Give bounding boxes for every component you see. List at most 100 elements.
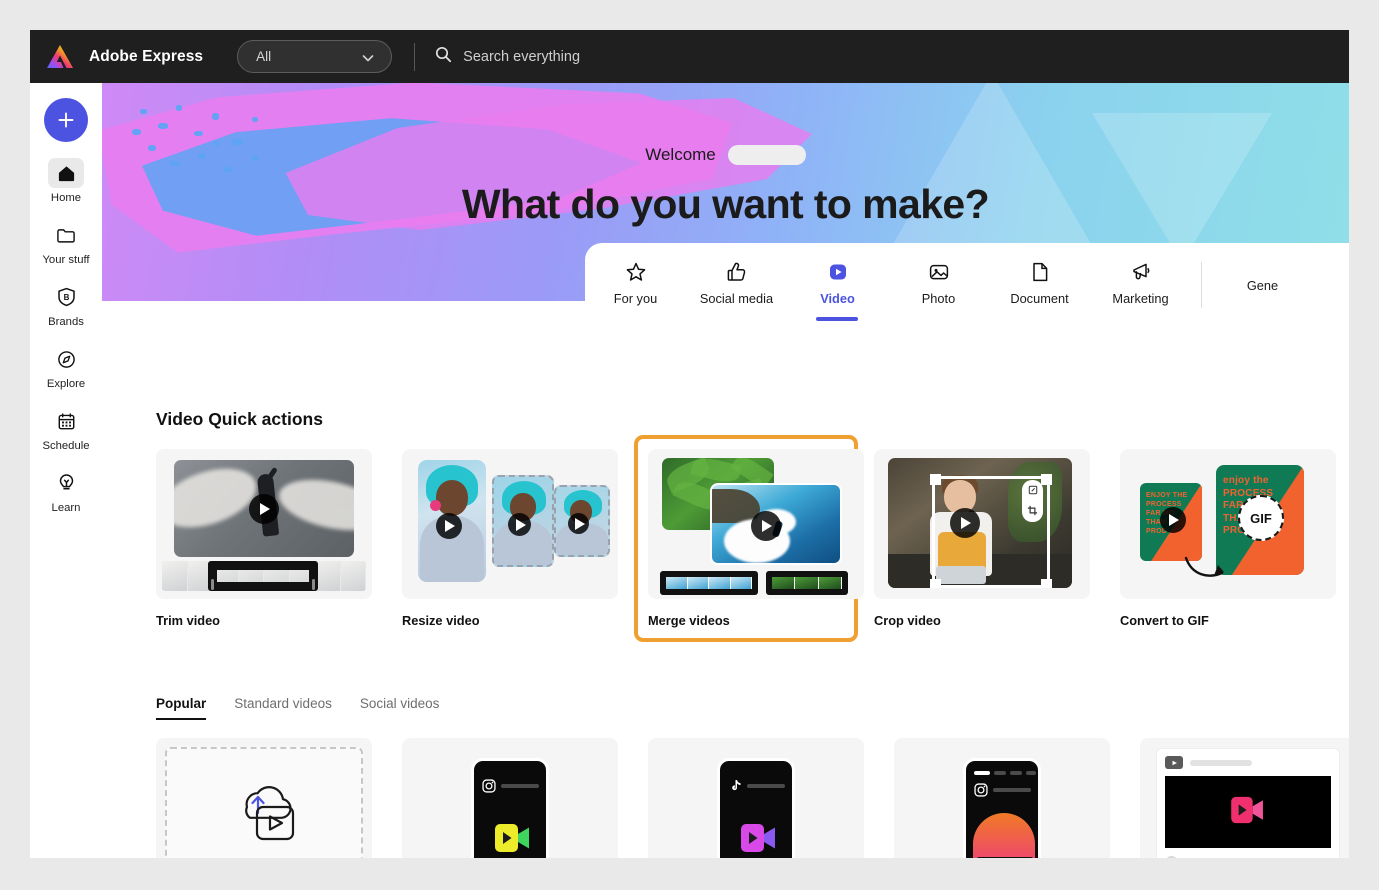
video-camera-icon <box>740 823 778 858</box>
play-icon <box>249 494 279 524</box>
merge-clip-strip-1[interactable] <box>660 571 758 595</box>
document-icon <box>1030 259 1050 285</box>
tab-label: For you <box>613 291 658 306</box>
thumbnail <box>648 449 864 599</box>
tab-document[interactable]: Document <box>989 243 1090 326</box>
sidebar-item-explore[interactable]: Explore <box>34 344 98 390</box>
merge-clip-strip-2[interactable] <box>766 571 848 595</box>
expand-icon[interactable] <box>1028 482 1038 500</box>
quick-action-trim-video[interactable]: Trim video <box>156 449 372 638</box>
tab-label: Document <box>1010 291 1069 306</box>
sidebar-item-brands[interactable]: B Brands <box>34 282 98 328</box>
search-input[interactable]: Search everything <box>435 46 1349 68</box>
play-icon <box>508 513 531 536</box>
youtube-play-icon <box>1165 756 1183 769</box>
template-tab-bar: Popular Standard videos Social videos <box>156 696 439 720</box>
quick-action-resize-video[interactable]: Resize video <box>402 449 618 638</box>
phone-mockup <box>963 758 1041 858</box>
sidebar-item-label: Schedule <box>42 440 90 452</box>
card-label: Crop video <box>874 613 941 628</box>
sidebar-item-your-stuff[interactable]: Your stuff <box>34 220 98 266</box>
instagram-icon <box>974 783 988 802</box>
card-label: Trim video <box>156 613 221 628</box>
tab-divider <box>1201 261 1202 308</box>
tiktok-icon <box>729 779 742 798</box>
tab-marketing[interactable]: Marketing <box>1090 243 1191 326</box>
template-row <box>156 738 1349 858</box>
sidebar-item-learn[interactable]: Learn <box>34 468 98 514</box>
page-title: What do you want to make? <box>461 181 990 227</box>
template-instagram-story-video[interactable] <box>402 738 618 858</box>
sidebar-item-label: Your stuff <box>42 254 90 266</box>
card-label: Merge videos <box>648 613 730 628</box>
tab-label: Gene <box>1246 278 1279 293</box>
card-label: Convert to GIF <box>1120 613 1209 628</box>
svg-text:B: B <box>63 293 69 302</box>
thumbnail: ENJOY THEPROCESSFAR MOTHANPROD enjoy the… <box>1120 449 1336 599</box>
tab-for-you[interactable]: For you <box>585 243 686 326</box>
thumbnail <box>402 449 618 599</box>
tab-social-media[interactable]: Social media <box>686 243 787 326</box>
thumbnail <box>156 449 372 599</box>
sidebar-item-label: Explore <box>46 378 86 390</box>
screenshot-root: Adobe Express All Search everything Home… <box>0 0 1379 890</box>
crop-icon[interactable] <box>1027 503 1038 521</box>
crop-tool-buttons[interactable] <box>1022 480 1043 522</box>
top-bar: Adobe Express All Search everything <box>30 30 1349 83</box>
tab-social-videos[interactable]: Social videos <box>360 696 440 720</box>
create-new-button[interactable] <box>44 98 88 142</box>
video-camera-icon <box>1230 796 1266 829</box>
phone-mockup <box>471 758 549 858</box>
compass-icon <box>48 344 84 374</box>
template-tiktok-video[interactable] <box>648 738 864 858</box>
tab-standard-videos[interactable]: Standard videos <box>234 696 332 720</box>
video-camera-icon <box>494 823 532 858</box>
play-icon <box>1160 507 1186 533</box>
category-tab-bar: For you Social media Video Photo Documen… <box>585 243 1349 326</box>
lightbulb-icon <box>48 468 84 498</box>
play-icon <box>568 513 589 534</box>
sidebar-item-label: Learn <box>51 502 81 514</box>
adobe-express-app: Adobe Express All Search everything Home… <box>30 30 1349 858</box>
gif-badge: GIF <box>1238 495 1284 541</box>
trim-selection-range[interactable] <box>208 561 318 591</box>
chevron-down-icon <box>361 51 375 70</box>
sidebar-item-schedule[interactable]: Schedule <box>34 406 98 452</box>
tab-label: Marketing <box>1112 291 1169 306</box>
card-label: Resize video <box>402 613 480 628</box>
user-name-redacted <box>727 145 806 165</box>
upload-dropzone[interactable] <box>165 747 363 858</box>
tab-popular[interactable]: Popular <box>156 696 207 720</box>
sidebar-item-label: Home <box>50 192 82 204</box>
youtube-mockup <box>1156 748 1340 858</box>
thumbs-up-icon <box>726 259 747 285</box>
sidebar-item-label: Brands <box>48 316 84 328</box>
tab-photo[interactable]: Photo <box>888 243 989 326</box>
brand-shield-icon: B <box>48 282 84 312</box>
adobe-express-logo-icon[interactable] <box>43 40 77 74</box>
calendar-icon <box>48 406 84 436</box>
quick-action-merge-videos[interactable]: Merge videos <box>634 435 864 642</box>
template-instagram-gradient-video[interactable] <box>894 738 1110 858</box>
header-divider <box>414 42 416 71</box>
search-scope-dropdown[interactable]: All <box>237 40 393 73</box>
template-youtube-video[interactable] <box>1140 738 1349 858</box>
tab-video[interactable]: Video <box>787 243 888 326</box>
play-icon <box>436 513 462 539</box>
search-scope-value: All <box>256 49 272 64</box>
tab-generate[interactable]: Gene <box>1212 243 1313 326</box>
template-upload-your-video[interactable] <box>156 738 372 858</box>
megaphone-icon <box>1130 259 1152 285</box>
home-icon <box>48 158 84 188</box>
thumbnail <box>874 449 1090 599</box>
quick-action-crop-video[interactable]: Crop video <box>874 449 1090 638</box>
brand-title: Adobe Express <box>89 47 204 65</box>
cloud-upload-video-icon <box>227 781 301 848</box>
tab-label: Social media <box>699 291 774 306</box>
quick-action-convert-to-gif[interactable]: ENJOY THEPROCESSFAR MOTHANPROD enjoy the… <box>1120 449 1336 638</box>
search-placeholder-text: Search everything <box>463 48 581 65</box>
welcome-text: Welcome <box>645 145 716 164</box>
welcome-row: Welcome <box>102 145 1349 165</box>
sidebar-item-home[interactable]: Home <box>34 158 98 204</box>
video-play-icon <box>827 259 849 285</box>
